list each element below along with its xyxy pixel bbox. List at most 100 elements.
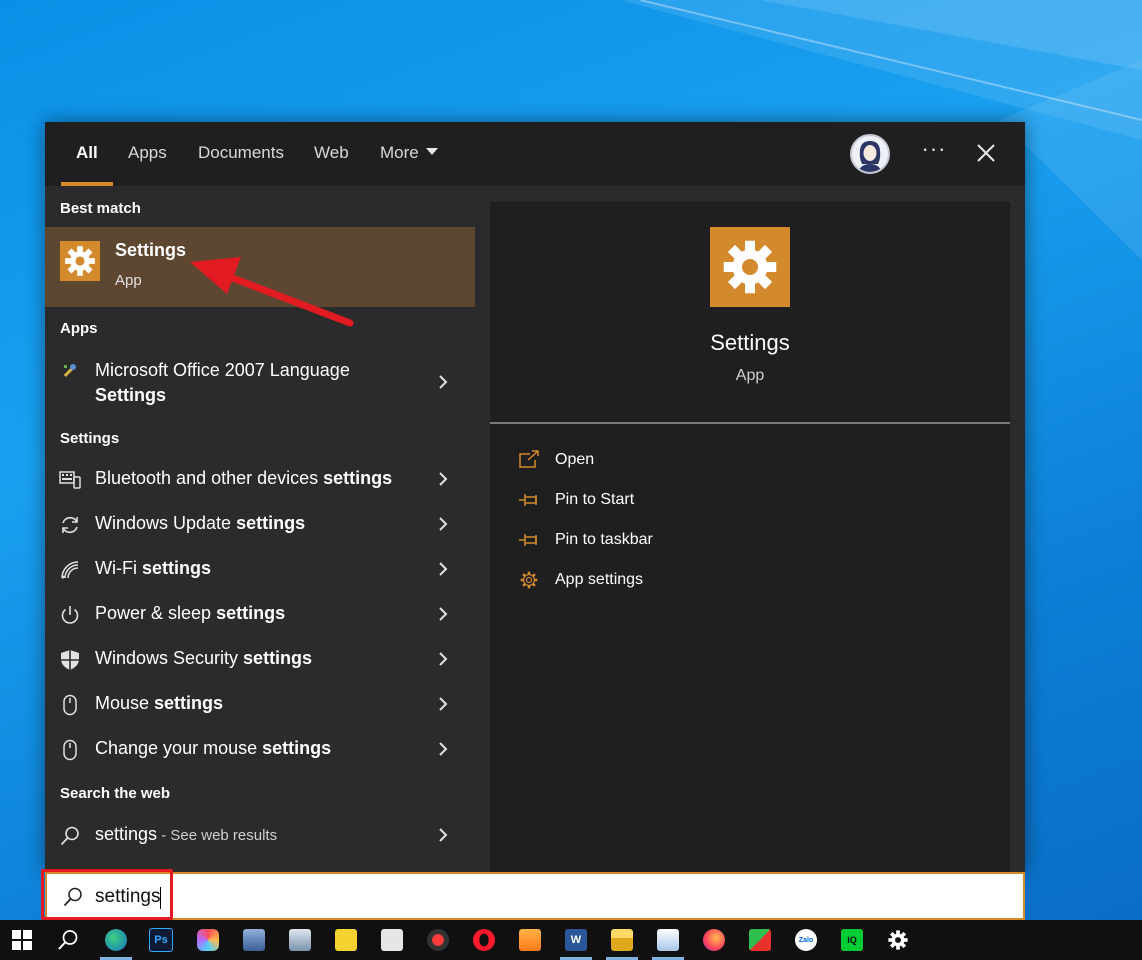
result-label: Mouse settings — [95, 693, 224, 713]
result-change-mouse-settings[interactable]: Change your mouse settings — [45, 727, 475, 772]
word-icon: W — [565, 929, 587, 951]
taskbar-wps[interactable] — [738, 920, 782, 960]
photoshop-icon: Ps — [149, 928, 173, 952]
power-icon — [61, 606, 79, 624]
best-match-title: Settings — [115, 240, 187, 260]
keyboard-device-icon — [59, 471, 81, 489]
chevron-right-icon — [439, 652, 448, 666]
taskbar-sticky-notes[interactable] — [324, 920, 368, 960]
taskbar: Ps W Zalo iQ — [0, 920, 1142, 960]
taskbar-edge[interactable] — [94, 920, 138, 960]
section-header-settings: Settings — [60, 430, 120, 447]
settings-icon — [888, 930, 908, 950]
result-label: Windows Security settings — [95, 648, 313, 668]
chevron-right-icon — [439, 697, 448, 711]
result-mouse-settings[interactable]: Mouse settings — [45, 682, 475, 727]
opera-icon — [473, 929, 495, 951]
taskbar-paint[interactable] — [646, 920, 690, 960]
result-web-search[interactable]: settings - See web results — [45, 813, 475, 858]
tab-web[interactable]: Web — [314, 122, 349, 186]
detail-subtitle: App — [735, 367, 765, 384]
start-button[interactable] — [0, 920, 44, 960]
chevron-right-icon — [439, 472, 448, 486]
result-wifi-settings[interactable]: Wi-Fi settings — [45, 547, 475, 592]
taskbar-opera[interactable] — [462, 920, 506, 960]
result-label: Bluetooth and other devices settings — [95, 468, 393, 488]
taskbar-remote-desktop[interactable] — [370, 920, 414, 960]
windows-start-icon — [12, 930, 32, 950]
result-bluetooth-settings[interactable]: Bluetooth and other devices settings — [45, 457, 475, 502]
gear-icon — [723, 240, 777, 294]
mouse-icon — [63, 739, 77, 761]
result-power-sleep-settings[interactable]: Power & sleep settings — [45, 592, 475, 637]
best-match-settings[interactable]: Settings App — [45, 227, 475, 307]
close-button[interactable] — [969, 136, 1003, 170]
search-icon — [58, 930, 78, 950]
search-input[interactable] — [95, 884, 995, 910]
result-label: Wi-Fi settings — [95, 558, 211, 578]
action-open[interactable]: Open — [518, 446, 918, 476]
office-tools-icon — [63, 364, 76, 377]
screen-recorder-icon — [427, 929, 449, 951]
chevron-right-icon — [439, 562, 448, 576]
action-app-settings[interactable]: App settings — [518, 566, 918, 596]
result-label: settings - See web results — [95, 824, 278, 844]
wps-icon — [749, 929, 771, 951]
taskbar-game[interactable] — [232, 920, 276, 960]
chevron-right-icon — [439, 742, 448, 756]
detail-pane: Settings App Open Pin to Start Pin to ta… — [490, 202, 1010, 872]
section-header-apps: Apps — [60, 320, 98, 337]
zalo-icon: Zalo — [795, 929, 817, 951]
taskbar-zalo[interactable]: Zalo — [784, 920, 828, 960]
section-header-best-match: Best match — [60, 200, 141, 217]
action-pin-to-taskbar[interactable]: Pin to taskbar — [518, 526, 918, 556]
tab-more[interactable]: More — [380, 122, 438, 186]
detail-title: Settings — [710, 330, 790, 355]
tab-apps[interactable]: Apps — [128, 122, 167, 186]
chevron-right-icon — [439, 607, 448, 621]
taskbar-file-explorer[interactable] — [600, 920, 644, 960]
taskbar-word[interactable]: W — [554, 920, 598, 960]
result-office-language-settings[interactable]: Microsoft Office 2007 Language Settings — [45, 350, 475, 410]
taskbar-search-button[interactable] — [46, 920, 90, 960]
results-list: Best match Settings App Apps Microsoft O… — [45, 186, 475, 872]
chevron-right-icon — [439, 828, 448, 842]
result-label: Windows Update settings — [95, 513, 306, 533]
media-player-icon — [519, 929, 541, 951]
photo-viewer-icon — [289, 929, 311, 951]
taskbar-screen-recorder[interactable] — [416, 920, 460, 960]
chevron-right-icon — [439, 375, 448, 389]
taskbar-photo-viewer[interactable] — [278, 920, 322, 960]
result-windows-update-settings[interactable]: Windows Update settings — [45, 502, 475, 547]
taskbar-settings[interactable] — [876, 920, 920, 960]
firefox-icon — [703, 929, 725, 951]
result-windows-security-settings[interactable]: Windows Security settings — [45, 637, 475, 682]
pin-icon — [519, 494, 537, 506]
taskbar-media-player[interactable] — [508, 920, 552, 960]
taskbar-photoshop[interactable]: Ps — [139, 920, 183, 960]
close-icon — [977, 144, 995, 162]
result-label: Change your mouse settings — [95, 738, 332, 758]
search-box[interactable] — [45, 872, 1025, 920]
game-icon — [243, 929, 265, 951]
wifi-icon — [61, 561, 79, 579]
more-options-button[interactable]: ··· — [917, 136, 951, 170]
gear-icon — [65, 246, 95, 276]
taskbar-creative-cloud[interactable] — [186, 920, 230, 960]
best-match-subtitle: App — [115, 272, 142, 289]
mouse-icon — [63, 694, 77, 716]
avatar[interactable] — [850, 134, 890, 174]
tab-all[interactable]: All — [61, 122, 113, 186]
iqiyi-icon: iQ — [841, 929, 863, 951]
tab-documents[interactable]: Documents — [198, 122, 284, 186]
action-pin-to-start[interactable]: Pin to Start — [518, 486, 918, 516]
search-panel: All Apps Documents Web More ··· Best mat… — [45, 122, 1025, 872]
edge-icon — [105, 929, 127, 951]
file-explorer-icon — [611, 929, 633, 951]
taskbar-iqiyi[interactable]: iQ — [830, 920, 874, 960]
pin-icon — [519, 534, 537, 546]
search-tabs-bar: All Apps Documents Web More ··· — [45, 122, 1025, 186]
taskbar-firefox[interactable] — [692, 920, 736, 960]
open-icon — [519, 450, 539, 468]
settings-app-tile — [60, 241, 100, 281]
